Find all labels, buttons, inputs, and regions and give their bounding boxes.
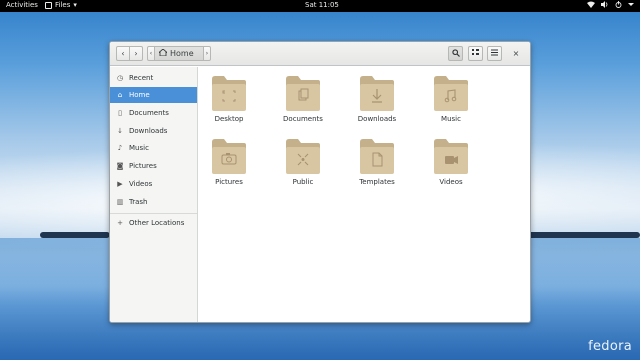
top-bar: Activities Files ▾ Sat 11:05 [0,0,640,12]
sidebar-item-label: Other Locations [129,219,185,227]
view-toggle-button[interactable] [468,46,483,61]
folder-label: Videos [439,178,463,186]
folder-item[interactable]: Templates [347,137,407,186]
folder-item[interactable]: Downloads [347,74,407,123]
folder-item[interactable]: Desktop [199,74,259,123]
header-bar: ‹ › ‹ Home › × [110,42,530,66]
sidebar-item-music[interactable]: ♪ Music [110,140,197,156]
path-scroll-right-button[interactable]: › [203,46,211,61]
sidebar-item-label: Music [129,144,149,152]
music-icon: ♪ [117,144,123,152]
activities-button[interactable]: Activities [6,1,38,9]
hamburger-icon [491,49,498,58]
menu-button[interactable] [487,46,502,61]
folder-label: Desktop [214,115,244,123]
sidebar-item-trash[interactable]: ▥ Trash [110,194,197,210]
sidebar-item-label: Videos [129,180,153,188]
clock-icon: ◷ [116,74,124,82]
search-icon [451,48,460,59]
folder-item[interactable]: Public [273,137,333,186]
clock[interactable]: Sat 11:05 [305,1,339,9]
sidebar-item-label: Downloads [129,127,168,135]
folder-item[interactable]: Music [421,74,481,123]
sidebar-item-home[interactable]: ⌂ Home [110,87,197,103]
document-icon: ▯ [118,109,122,117]
folder-label: Music [441,115,461,123]
app-menu-label: Files [55,1,71,9]
folder-label: Templates [359,178,395,186]
forward-button[interactable]: › [129,46,143,61]
path-home-label: Home [170,49,194,58]
videos-folder-icon [434,139,468,174]
app-menu[interactable]: Files ▾ [45,1,77,9]
power-icon [615,1,622,11]
system-status-menu[interactable] [587,1,634,11]
folder-label: Public [292,178,314,186]
folder-item[interactable]: Documents [273,74,333,123]
home-icon: ⌂ [117,91,123,99]
sidebar-item-label: Trash [129,198,148,206]
network-icon [587,1,595,11]
sidebar-item-downloads[interactable]: ↓ Downloads [110,123,197,139]
search-button[interactable] [448,46,463,61]
sidebar-item-documents[interactable]: ▯ Documents [110,105,197,121]
sidebar-item-recent[interactable]: ◷ Recent [110,70,197,86]
back-button[interactable]: ‹ [116,46,130,61]
video-icon: ▶ [117,180,123,188]
sidebar-item-videos[interactable]: ▶ Videos [110,176,197,192]
pictures-folder-icon [212,139,246,174]
folder-item[interactable]: Pictures [199,137,259,186]
music-folder-icon [434,76,468,111]
folder-item[interactable]: Videos [421,137,481,186]
close-button[interactable]: × [510,47,522,60]
sidebar-item-label: Documents [129,109,169,117]
plus-icon: + [117,219,123,227]
files-app-icon [45,1,52,9]
chevron-down-icon: ▾ [73,1,77,9]
templates-folder-icon [360,139,394,174]
home-icon [157,48,169,58]
files-window: ‹ › ‹ Home › × ◷ Recent ⌂ Home ▯ Documen… [109,41,531,323]
volume-icon [601,1,609,11]
folder-label: Pictures [215,178,243,186]
sidebar-separator [110,213,197,214]
public-folder-icon [286,139,320,174]
folder-label: Downloads [357,115,397,123]
desktop-folder-icon [212,76,246,111]
sidebar-item-label: Home [129,91,150,99]
sidebar-item-label: Pictures [129,162,157,170]
downloads-folder-icon [360,76,394,111]
sidebar-item-other-locations[interactable]: + Other Locations [110,215,197,231]
menu-arrow-icon [628,1,634,11]
sidebar-item-pictures[interactable]: ◙ Pictures [110,158,197,174]
grid-view-icon [472,49,479,58]
download-icon: ↓ [117,127,123,135]
fedora-logo: fedora [588,339,632,354]
camera-icon: ◙ [116,162,124,170]
folder-label: Documents [283,115,323,123]
sidebar-item-label: Recent [129,74,154,82]
sidebar: ◷ Recent ⌂ Home ▯ Documents ↓ Downloads … [110,67,198,322]
folder-view: Desktop Documents Downloads Music Pictur… [199,67,530,322]
path-home-button[interactable]: Home [154,46,204,61]
trash-icon: ▥ [116,198,124,206]
documents-folder-icon [286,76,320,111]
